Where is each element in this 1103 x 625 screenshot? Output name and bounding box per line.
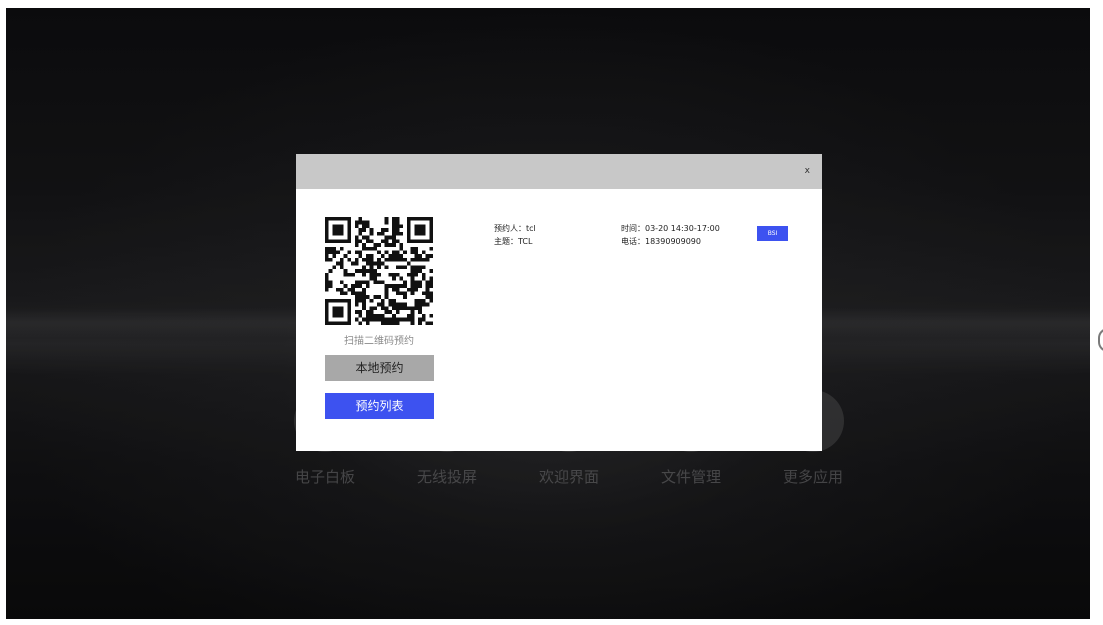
phone-text: 电话：18390909090 (621, 237, 701, 246)
booking-list-button[interactable]: 预约列表 (325, 393, 434, 419)
time-text: 时间：03-20 14:30-17:00 (621, 224, 720, 233)
local-booking-button[interactable]: 本地预约 (325, 355, 434, 381)
qr-caption: 扫描二维码预约 (344, 336, 414, 347)
booking-dialog: x 扫描二维码预约 本地预约 预约列表 预约人：tcl 主题：TCL 时间：03… (296, 154, 822, 451)
topic-text: 主题：TCL (494, 237, 533, 246)
qr-code (325, 217, 433, 325)
close-button[interactable]: x (805, 165, 810, 177)
dialog-header: x (296, 154, 822, 189)
side-drawer-handle[interactable] (1098, 328, 1103, 352)
booker-text: 预约人：tcl (494, 224, 536, 233)
booking-action-button[interactable]: BSI (757, 226, 788, 241)
